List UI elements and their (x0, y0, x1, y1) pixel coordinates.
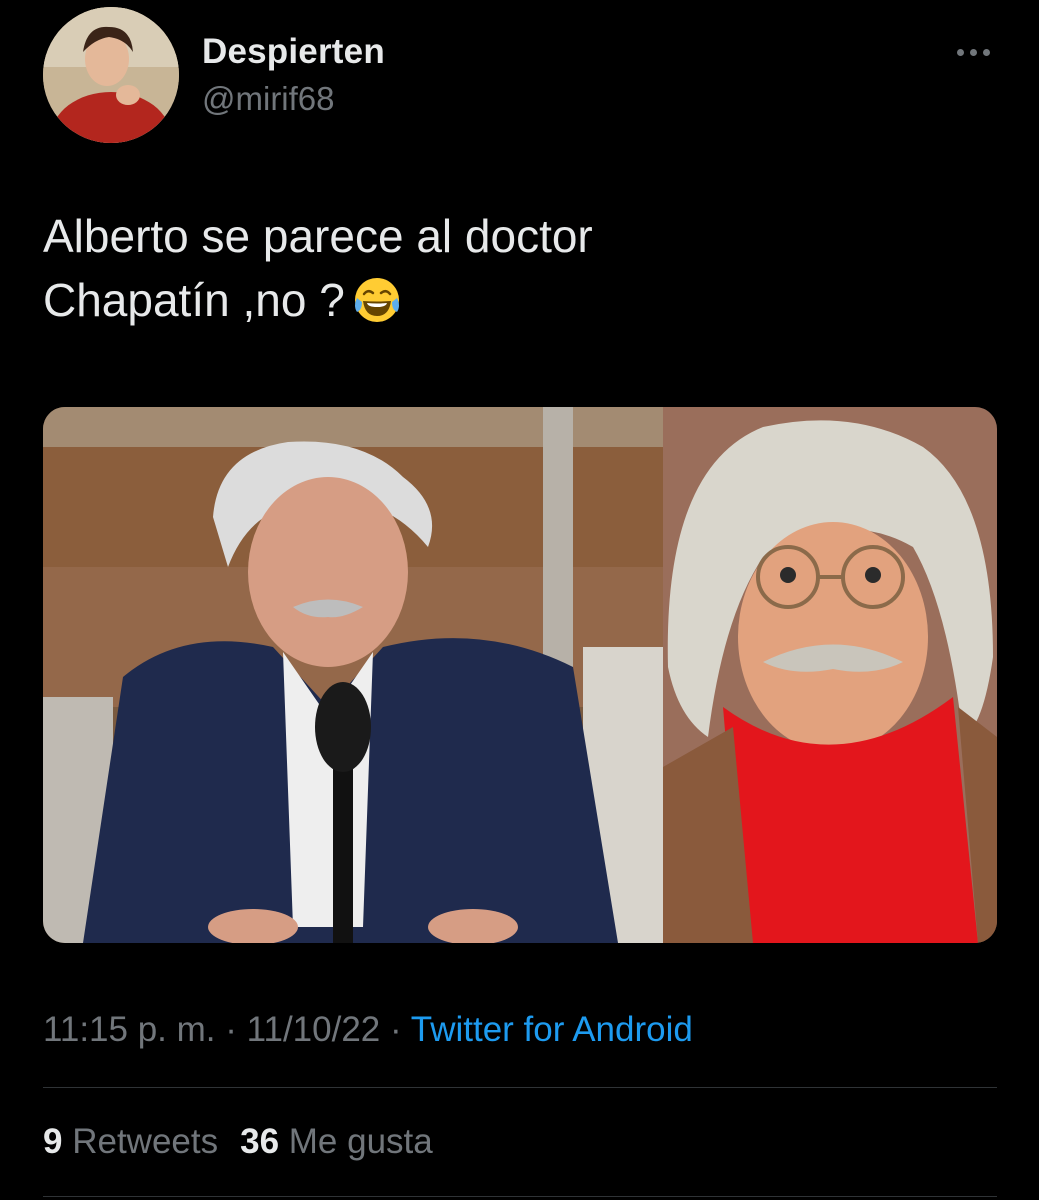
retweets-count: 9 (43, 1122, 63, 1161)
tweet-metadata: 11:15 p. m. · 11/10/22 · Twitter for And… (43, 1010, 693, 1050)
tweet-time[interactable]: 11:15 p. m. (43, 1010, 216, 1049)
media-photo-right (663, 407, 997, 943)
likes-count: 36 (240, 1122, 280, 1161)
user-handle[interactable]: @mirif68 (202, 80, 335, 118)
tweet-text: Alberto se parece al doctor Chapatín ,no… (43, 204, 993, 332)
meta-separator: · (380, 1010, 411, 1049)
likes-label: Me gusta (288, 1122, 433, 1161)
tweet-text-line-2-text: Chapatín ,no ? (43, 274, 345, 326)
meta-separator: · (215, 1010, 247, 1049)
more-dot-icon (956, 48, 964, 56)
tweet-detail: Despierten @mirif68 Alberto se parece al… (0, 0, 1039, 1200)
divider (43, 1087, 997, 1088)
retweets-stat[interactable]: 9 Retweets (43, 1122, 218, 1161)
more-options-button[interactable] (948, 40, 998, 64)
more-dot-icon (982, 48, 990, 56)
tears-of-joy-emoji-icon (354, 277, 399, 322)
tweet-text-line-1: Alberto se parece al doctor (43, 210, 593, 262)
tweet-source-link[interactable]: Twitter for Android (411, 1010, 693, 1049)
divider (43, 1196, 997, 1197)
avatar-image (43, 7, 179, 143)
retweets-label: Retweets (72, 1122, 219, 1161)
display-name[interactable]: Despierten (202, 32, 385, 72)
tweet-date[interactable]: 11/10/22 (247, 1010, 381, 1049)
tweet-media[interactable] (43, 407, 997, 943)
avatar[interactable] (43, 7, 179, 143)
engagement-stats: 9 Retweets 36 Me gusta (43, 1122, 433, 1162)
media-photo-left (43, 407, 663, 943)
more-dot-icon (969, 48, 977, 56)
tweet-text-line-2: Chapatín ,no ? (43, 268, 993, 332)
likes-stat[interactable]: 36 Me gusta (240, 1122, 433, 1161)
